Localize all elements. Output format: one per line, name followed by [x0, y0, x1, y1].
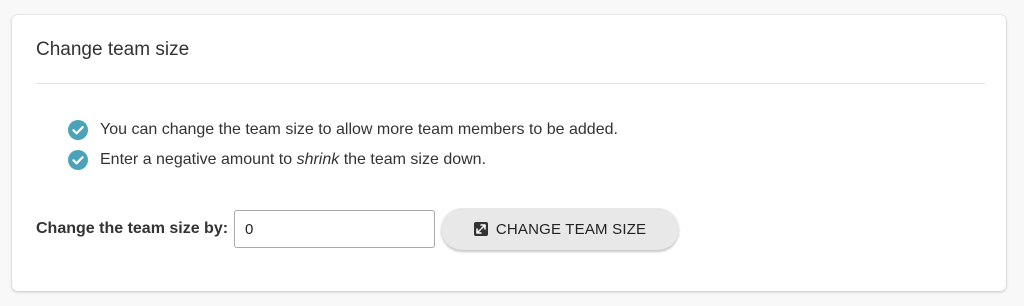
list-item-text: Enter a negative amount to shrink the te… — [100, 151, 486, 169]
check-circle-icon — [68, 150, 88, 170]
check-circle-icon — [68, 120, 88, 140]
resize-icon — [473, 222, 488, 236]
list-item: You can change the team size to allow mo… — [68, 115, 618, 145]
list-item: Enter a negative amount to shrink the te… — [68, 145, 618, 175]
divider — [36, 83, 985, 84]
button-label: CHANGE TEAM SIZE — [495, 220, 647, 238]
card-title: Change team size — [36, 39, 190, 60]
team-size-label: Change the team size by: — [36, 220, 229, 237]
team-size-input[interactable] — [234, 210, 436, 248]
info-list: You can change the team size to allow mo… — [68, 115, 618, 175]
list-item-text: You can change the team size to allow mo… — [100, 121, 618, 138]
text-after: the team size down. — [339, 151, 487, 168]
team-size-form: Change the team size by: CHANGE TEAM SIZ… — [36, 208, 680, 250]
change-team-size-button[interactable]: CHANGE TEAM SIZE — [441, 208, 680, 250]
change-team-size-card: Change team size You can change the team… — [12, 15, 1006, 291]
text-before: Enter a negative amount to — [100, 151, 297, 168]
emphasis-text: shrink — [296, 151, 340, 168]
